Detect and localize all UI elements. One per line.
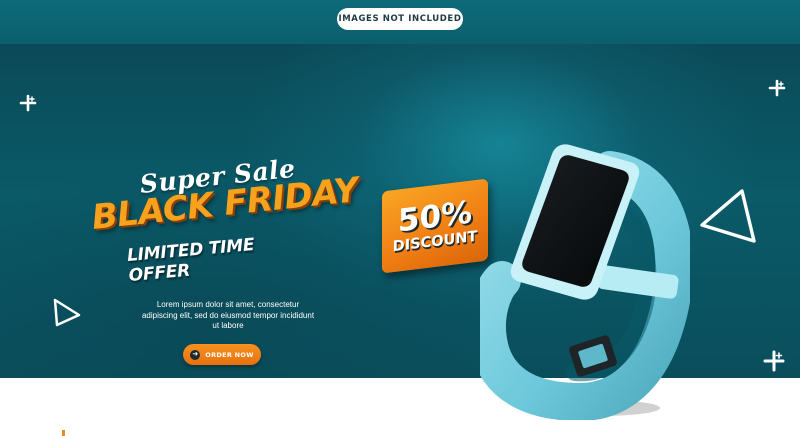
sparkle-icon (19, 94, 37, 112)
top-bar: IMAGES NOT INCLUDED (0, 0, 800, 44)
arrow-right-icon: ➜ (190, 349, 201, 360)
triangle-outline-icon (53, 298, 81, 327)
discount-badge: 50% DISCOUNT (382, 178, 488, 274)
images-notice-text: IMAGES NOT INCLUDED (338, 14, 462, 24)
order-now-button[interactable]: ➜ ORDER NOW (183, 344, 261, 365)
sparkle-icon (768, 79, 786, 97)
images-notice-pill: IMAGES NOT INCLUDED (337, 8, 463, 30)
smartwatch-icon (480, 144, 690, 420)
promo-body-text: Lorem ipsum dolor sit amet, consectetur … (141, 300, 315, 330)
footer-accent-mark (62, 430, 65, 436)
order-now-label: ORDER NOW (205, 350, 254, 359)
sparkle-icon (763, 350, 785, 372)
triangle-outline-icon (700, 189, 756, 243)
